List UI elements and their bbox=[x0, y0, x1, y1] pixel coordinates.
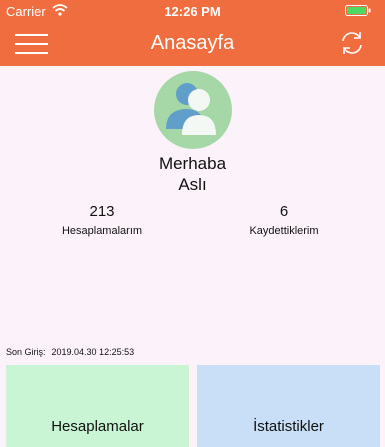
stat-saved: 6 Kaydettiklerim bbox=[194, 203, 374, 239]
last-login: Son Giriş: 2019.04.30 12:25:53 bbox=[6, 347, 134, 357]
greeting: Merhaba Aslı bbox=[0, 153, 385, 195]
page-title: Anasayfa bbox=[150, 32, 235, 54]
calculations-tile[interactable]: Hesaplamalar bbox=[6, 365, 189, 447]
last-login-value: 2019.04.30 12:25:53 bbox=[51, 347, 135, 357]
user-name: Aslı bbox=[178, 175, 207, 194]
battery-icon bbox=[345, 5, 371, 16]
users-icon bbox=[166, 83, 216, 135]
stat-saved-label: Kaydettiklerim bbox=[249, 225, 319, 237]
clock: 12:26 PM bbox=[164, 4, 221, 19]
stat-calculations: 213 Hesaplamalarım bbox=[12, 203, 192, 239]
navigation-bar: Anasayfa bbox=[0, 22, 385, 66]
calculations-tile-label: Hesaplamalar bbox=[51, 418, 144, 435]
statistics-tile[interactable]: İstatistikler bbox=[197, 365, 380, 447]
last-login-label: Son Giriş: bbox=[6, 347, 46, 357]
status-bar: Carrier 12:26 PM bbox=[0, 0, 385, 22]
stat-calculations-label: Hesaplamalarım bbox=[61, 225, 143, 237]
stat-calculations-value: 213 bbox=[89, 203, 115, 220]
greeting-text: Merhaba bbox=[158, 154, 227, 173]
refresh-icon[interactable] bbox=[337, 28, 367, 58]
avatar bbox=[154, 71, 232, 149]
stat-saved-value: 6 bbox=[279, 203, 289, 220]
statistics-tile-label: İstatistikler bbox=[253, 418, 324, 435]
